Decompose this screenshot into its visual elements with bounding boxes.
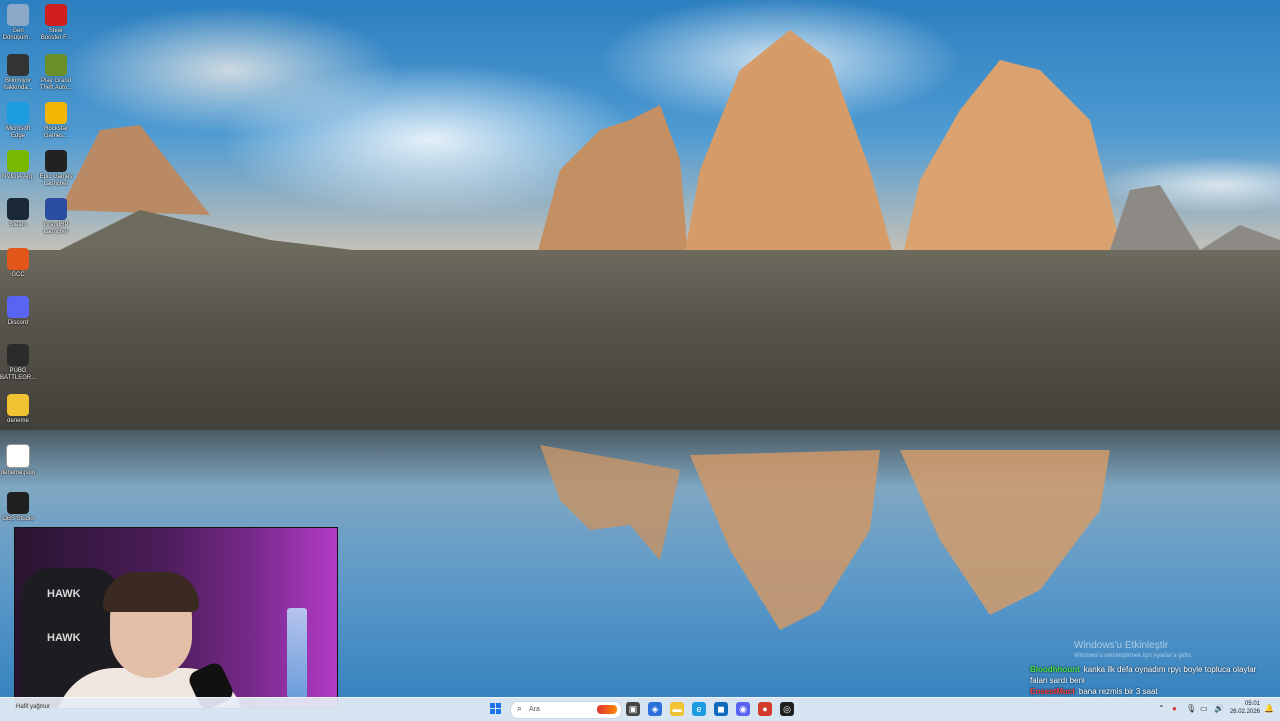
- desktop-icon-label: Microsoft Edge: [5, 126, 31, 139]
- desktop-icon[interactable]: Play Grand Theft Auto...: [38, 54, 74, 92]
- store-icon[interactable]: ◼: [714, 702, 728, 716]
- tray-app-icon[interactable]: ●: [1172, 704, 1177, 713]
- edge-icon[interactable]: e: [692, 702, 706, 716]
- desktop-icon-label: Steam: [9, 222, 27, 228]
- chair-logo-bottom: HAWK: [47, 632, 81, 644]
- activate-subtitle: Windows'u etkinleştirmek için Ayarlar'a …: [1074, 653, 1193, 659]
- desktop-icon-label: deneme: [7, 418, 29, 424]
- desktop-icon-label: Play Grand Theft Auto...: [39, 78, 73, 91]
- search-highlight-icon: [597, 705, 617, 714]
- led-light: [287, 608, 307, 698]
- gta-icon: [45, 54, 67, 76]
- desktop-icon[interactable]: deneme.json: [0, 444, 36, 477]
- file-explorer-icon[interactable]: ▬: [670, 702, 684, 716]
- widgets-icon[interactable]: ◈: [648, 702, 662, 716]
- gcc-icon: [7, 248, 29, 270]
- weather-text: Hafif yağmur: [16, 704, 51, 710]
- obs-icon: [7, 492, 29, 514]
- taskbar-search[interactable]: ⌕ Ara: [510, 701, 622, 719]
- desktop-icon-label: Steer Booster F...: [40, 28, 72, 41]
- activate-windows-watermark: Windows'u Etkinleştir Windows'u etkinleş…: [1074, 640, 1193, 659]
- folder-icon: [7, 394, 29, 416]
- desktop-icon[interactable]: Epic Games Launcher: [38, 150, 74, 188]
- desktop-icon-label: Epic Games Launcher: [39, 174, 73, 187]
- desktop-icon-label: GCC: [11, 272, 25, 278]
- desktop-icon-label: NVIDIA App: [2, 174, 34, 180]
- nvidia-icon: [7, 150, 29, 172]
- desktop-icon[interactable]: Steer Booster F...: [38, 4, 74, 42]
- taskbar: Hafif yağmur ⌕ Ara ▣ ◈ ▬ e ◼ ◉ ● ◎ ⌃ ● 🎙 ▭ 🔊 05…: [0, 697, 1280, 721]
- chat-username: Bloodhhount: [1030, 665, 1080, 674]
- desktop-icon-label: GrandRP Launcher: [43, 222, 69, 235]
- edge-icon: [7, 102, 29, 124]
- start-button[interactable]: [490, 703, 502, 715]
- desktop-icon-label: Geri Dönüşüm...: [2, 28, 34, 41]
- webcam-overlay: HAWK HAWK: [14, 527, 338, 709]
- app-icon: [7, 54, 29, 76]
- windows-logo-pane: [496, 703, 501, 708]
- network-icon[interactable]: ▭: [1200, 704, 1208, 713]
- desktop-icon[interactable]: Rockstar Games...: [38, 102, 74, 140]
- pubg-icon: [7, 344, 29, 366]
- grandrp-icon: [45, 198, 67, 220]
- desktop-icon-label: Discord: [7, 320, 29, 326]
- desktop-icon-label: PUBG BATTLEGR...: [0, 368, 37, 381]
- chair-logo-top: HAWK: [47, 588, 81, 600]
- epic-games-icon: [45, 150, 67, 172]
- windows-logo-pane: [490, 709, 495, 714]
- desktop-icon[interactable]: NVIDIA App: [0, 150, 36, 181]
- wallpaper-rocks: [0, 250, 1280, 450]
- chat-message: Bloodhhount kanka ilk defa oynadım rpyı b…: [1030, 664, 1270, 686]
- desktop-icon[interactable]: GCC: [0, 248, 36, 279]
- desktop-icon[interactable]: GrandRP Launcher: [38, 198, 74, 236]
- desktop-icon[interactable]: OBS Studio: [0, 492, 36, 523]
- desktop-icon-label: Rockstar Games...: [43, 126, 69, 139]
- chat-username: EnsestMuct: [1030, 687, 1075, 696]
- search-placeholder: Ara: [529, 706, 540, 713]
- clock-date: 26.02.2026: [1229, 709, 1260, 715]
- windows-logo-icon: [490, 703, 495, 708]
- notification-bell-icon[interactable]: 🔔: [1264, 704, 1274, 713]
- desktop-icon[interactable]: deneme: [0, 394, 36, 425]
- taskbar-clock[interactable]: 05:01 26.02.2026: [1226, 700, 1260, 716]
- weather-widget[interactable]: Hafif yağmur: [16, 704, 50, 710]
- chrome-icon[interactable]: ●: [758, 702, 772, 716]
- steam-icon: [7, 198, 29, 220]
- activate-title: Windows'u Etkinleştir: [1074, 640, 1169, 651]
- clock-time: 05:01: [1244, 701, 1260, 707]
- desktop-icon[interactable]: Microsoft Edge: [0, 102, 36, 140]
- desktop-icon[interactable]: Discord: [0, 296, 36, 327]
- desktop-icon-label: Bilinmiyor hakkında...: [3, 78, 33, 91]
- volume-icon[interactable]: 🔊: [1214, 704, 1224, 713]
- discord-icon[interactable]: ◉: [736, 702, 750, 716]
- booster-icon: [45, 4, 67, 26]
- recycle-bin-icon: [7, 4, 29, 26]
- windows-logo-pane: [496, 709, 501, 714]
- desktop-icon[interactable]: Bilinmiyor hakkında...: [0, 54, 36, 92]
- chat-message: EnsestMuct bana rezmis bir 3 saat: [1030, 686, 1270, 697]
- tray-overflow-icon[interactable]: ⌃: [1158, 704, 1165, 713]
- file-icon: [6, 444, 30, 468]
- streamer-hair: [103, 572, 199, 612]
- microphone-icon[interactable]: 🎙: [1186, 704, 1196, 713]
- task-view-icon[interactable]: ▣: [626, 702, 640, 716]
- search-icon: ⌕: [517, 703, 523, 713]
- desktop-icon[interactable]: Steam: [0, 198, 36, 229]
- desktop-icon[interactable]: PUBG BATTLEGR...: [0, 344, 36, 382]
- rockstar-icon: [45, 102, 67, 124]
- desktop-icon-label: OBS Studio: [2, 516, 34, 522]
- desktop-icon-label: deneme.json: [0, 470, 36, 476]
- desktop-icon[interactable]: Geri Dönüşüm...: [0, 4, 36, 42]
- discord-icon: [7, 296, 29, 318]
- obs-icon[interactable]: ◎: [780, 702, 794, 716]
- chat-text: bana rezmis bir 3 saat: [1078, 687, 1158, 696]
